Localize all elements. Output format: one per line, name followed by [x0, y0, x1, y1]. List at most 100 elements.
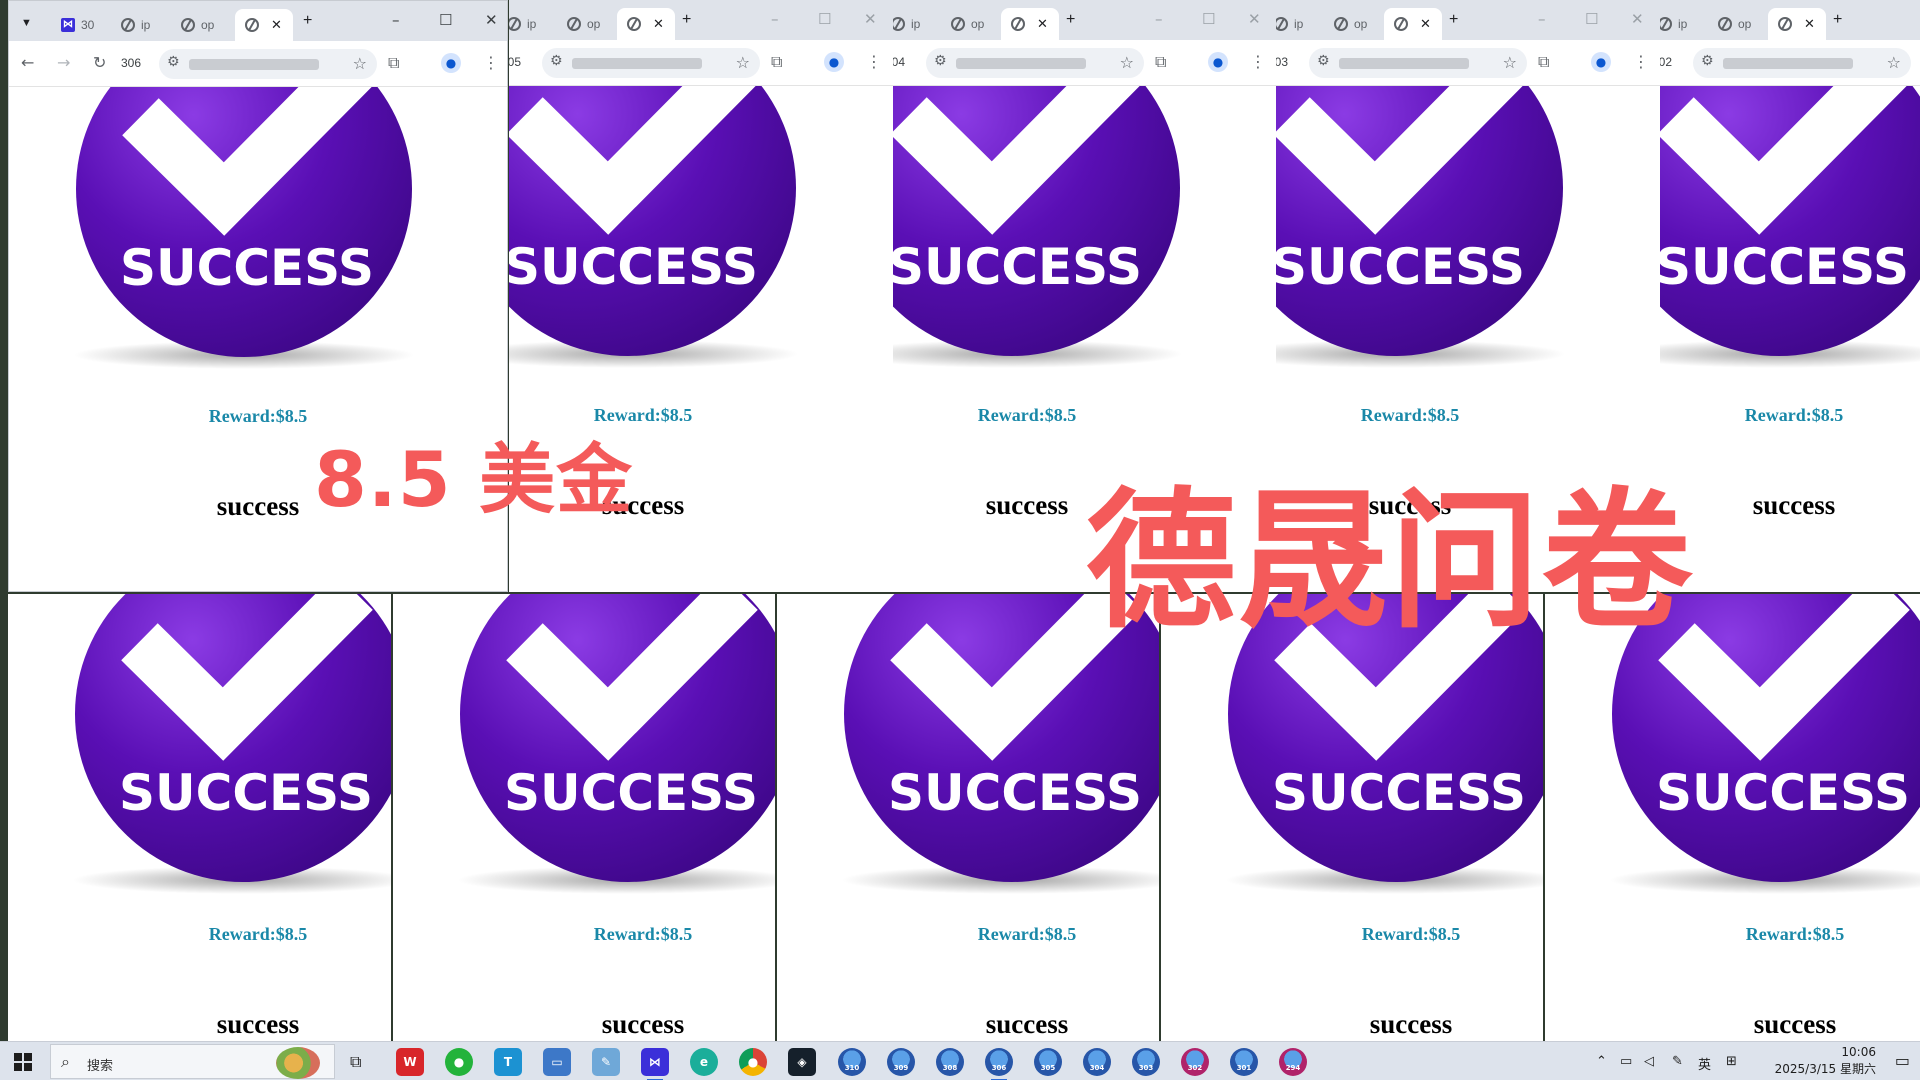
profile-302-icon[interactable]: 302 — [1181, 1048, 1209, 1076]
tab-active[interactable]: ✕ — [235, 9, 293, 41]
task-view-icon[interactable]: ⧉ — [350, 1052, 361, 1072]
profile-301-icon[interactable]: 301 — [1230, 1048, 1258, 1076]
close-tab-icon[interactable]: ✕ — [271, 17, 282, 33]
new-tab-button[interactable]: + — [1833, 11, 1842, 29]
search-placeholder: 搜索 — [87, 1059, 114, 1074]
profile-310-icon[interactable]: 310 — [838, 1048, 866, 1076]
close-tab-icon[interactable]: ✕ — [1037, 16, 1048, 32]
site-settings-icon[interactable]: ⚙ — [167, 54, 180, 70]
taskbar-search[interactable]: ⌕ 搜索 — [50, 1044, 335, 1079]
profile-avatar-icon[interactable]: ● — [441, 53, 461, 73]
profile-avatar-icon[interactable]: ● — [824, 52, 844, 72]
extensions-icon[interactable]: ⧉ — [388, 54, 399, 72]
input-language[interactable]: 英 — [1698, 1054, 1711, 1073]
profile-309-icon[interactable]: 309 — [887, 1048, 915, 1076]
profile-308-icon[interactable]: 308 — [936, 1048, 964, 1076]
new-tab-button[interactable]: + — [303, 12, 312, 30]
tab-active[interactable]: ✕ — [1001, 8, 1059, 40]
tab-item[interactable]: ip — [509, 8, 553, 40]
menu-icon[interactable]: ⋮ — [483, 54, 499, 72]
wps-icon[interactable]: W — [396, 1048, 424, 1076]
maximize-button[interactable]: ☐ — [1202, 10, 1215, 28]
address-bar[interactable]: ⚙ ☆ — [1309, 48, 1527, 78]
close-tab-icon[interactable]: ✕ — [1804, 16, 1815, 32]
tab-item[interactable]: ip — [1660, 8, 1704, 40]
close-tab-icon[interactable]: ✕ — [653, 16, 664, 32]
extensions-icon[interactable]: ⧉ — [771, 53, 782, 71]
tab-active[interactable]: ✕ — [617, 8, 675, 40]
new-tab-button[interactable]: + — [1449, 11, 1458, 29]
tab-active[interactable]: ✕ — [1768, 8, 1826, 40]
bookmark-star-icon[interactable]: ☆ — [1887, 53, 1901, 72]
tab-item[interactable]: op — [173, 9, 227, 41]
tab-item[interactable]: op — [1326, 8, 1380, 40]
menu-icon[interactable]: ⋮ — [1633, 53, 1649, 71]
menu-icon[interactable]: ⋮ — [1250, 53, 1266, 71]
profile-305-icon[interactable]: 305 — [1034, 1048, 1062, 1076]
tab-item[interactable]: ip — [113, 9, 167, 41]
bookmark-star-icon[interactable]: ☆ — [353, 54, 367, 73]
profile-avatar-icon[interactable]: ● — [1208, 52, 1228, 72]
chevron-up-icon[interactable]: ⌃ — [1596, 1054, 1607, 1069]
address-bar[interactable]: ⚙ ☆ — [159, 49, 377, 79]
minimize-button[interactable]: – — [771, 10, 779, 28]
network-icon[interactable]: ▭ — [1620, 1054, 1632, 1069]
new-tab-button[interactable]: + — [682, 11, 691, 29]
site-settings-icon[interactable]: ⚙ — [934, 53, 947, 69]
extensions-icon[interactable]: ⧉ — [1155, 53, 1166, 71]
vs-icon[interactable]: ⋈ — [641, 1048, 669, 1080]
forward-icon[interactable]: → — [57, 54, 70, 72]
minimize-button[interactable]: – — [1155, 10, 1163, 28]
tab-active[interactable]: ✕ — [1384, 8, 1442, 40]
volume-icon[interactable]: ◁ — [1644, 1054, 1654, 1069]
profile-294-icon[interactable]: 294 — [1279, 1048, 1307, 1076]
tab-search-icon[interactable]: ▼ — [21, 14, 32, 32]
site-settings-icon[interactable]: ⚙ — [550, 53, 563, 69]
address-bar[interactable]: ⚙ ☆ — [1693, 48, 1911, 78]
wechat-icon[interactable]: ● — [445, 1048, 473, 1076]
maximize-button[interactable]: ☐ — [818, 10, 831, 28]
profile-306-icon[interactable]: 306 — [985, 1048, 1013, 1080]
edge-icon[interactable]: e — [690, 1048, 718, 1076]
extensions-icon[interactable]: ⧉ — [1538, 53, 1549, 71]
back-icon[interactable]: ← — [21, 54, 34, 72]
maximize-button[interactable]: ☐ — [1585, 10, 1598, 28]
profile-303-icon[interactable]: 303 — [1132, 1048, 1160, 1076]
site-settings-icon[interactable]: ⚙ — [1317, 53, 1330, 69]
minimize-button[interactable]: – — [392, 11, 400, 29]
close-window-button[interactable]: ✕ — [485, 11, 498, 29]
bookmark-star-icon[interactable]: ☆ — [1120, 53, 1134, 72]
new-tab-button[interactable]: + — [1066, 11, 1075, 29]
t-app-icon[interactable]: T — [494, 1048, 522, 1076]
minimize-button[interactable]: – — [1538, 10, 1546, 28]
pen-icon[interactable]: ✎ — [1672, 1054, 1683, 1069]
bookmark-star-icon[interactable]: ☆ — [1503, 53, 1517, 72]
profile-avatar-icon[interactable]: ● — [1591, 52, 1611, 72]
address-bar[interactable]: ⚙ ☆ — [926, 48, 1144, 78]
notes-icon[interactable]: ✎ — [592, 1048, 620, 1076]
keyboard-layout-icon[interactable]: ⊞ — [1726, 1054, 1737, 1069]
notification-icon[interactable]: ▭ — [1895, 1051, 1910, 1070]
maximize-button[interactable]: ☐ — [439, 11, 452, 29]
bookmark-star-icon[interactable]: ☆ — [736, 53, 750, 72]
menu-icon[interactable]: ⋮ — [866, 53, 882, 71]
tab-item[interactable]: ⋈ 30 — [53, 9, 107, 41]
profile-304-icon[interactable]: 304 — [1083, 1048, 1111, 1076]
app-icon[interactable]: ◈ — [788, 1048, 816, 1076]
close-window-button[interactable]: ✕ — [1248, 10, 1261, 28]
windows-start-icon[interactable] — [14, 1053, 32, 1071]
close-window-button[interactable]: ✕ — [1631, 10, 1644, 28]
tab-item[interactable]: ip — [1276, 8, 1320, 40]
tab-item[interactable]: op — [943, 8, 997, 40]
tab-item[interactable]: op — [559, 8, 613, 40]
close-tab-icon[interactable]: ✕ — [1420, 16, 1431, 32]
address-bar[interactable]: ⚙ ☆ — [542, 48, 760, 78]
reload-icon[interactable]: ↻ — [93, 54, 106, 72]
tab-item[interactable]: op — [1710, 8, 1764, 40]
system-clock[interactable]: 10:06 2025/3/15 星期六 — [1766, 1044, 1876, 1078]
chrome-icon[interactable]: ● — [739, 1048, 767, 1076]
close-window-button[interactable]: ✕ — [864, 10, 877, 28]
file-explorer-icon[interactable]: ▭ — [543, 1048, 571, 1076]
tab-item[interactable]: ip — [893, 8, 937, 40]
site-settings-icon[interactable]: ⚙ — [1701, 53, 1714, 69]
